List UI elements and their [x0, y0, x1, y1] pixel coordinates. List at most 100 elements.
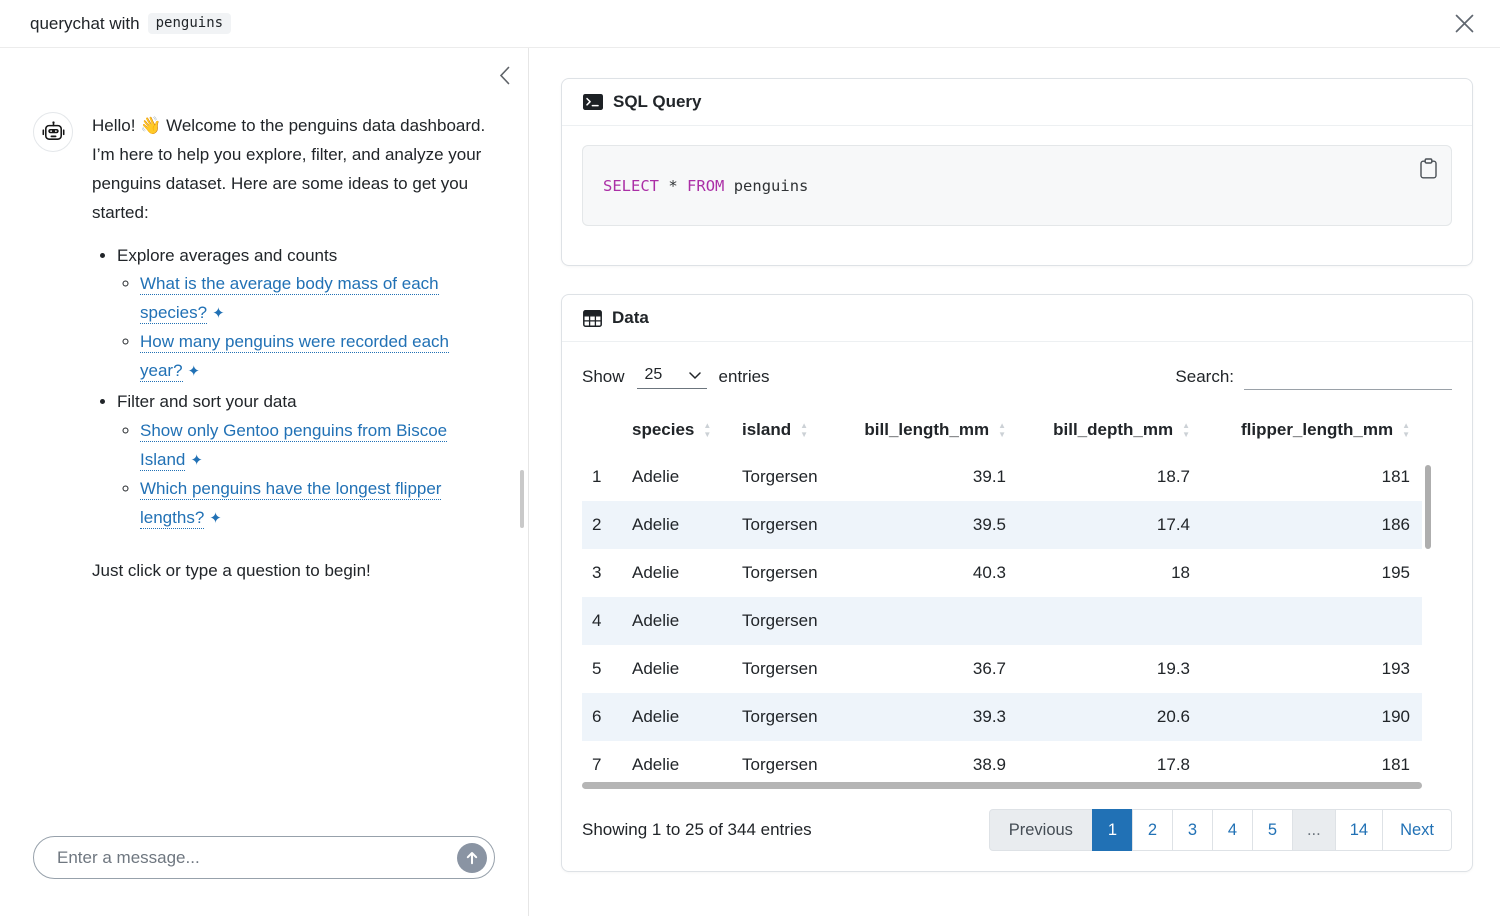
sql-code: SELECT * FROM penguins [603, 177, 808, 195]
page-length-control: Show 25 entries [582, 364, 770, 389]
entries-label: entries [719, 367, 770, 387]
table-row: 1AdelieTorgersen39.118.7181 [582, 453, 1422, 501]
column-header-island[interactable]: island ▲▼ [730, 407, 852, 453]
assistant-message-body: Hello! 👋 Welcome to the penguins data da… [92, 112, 494, 586]
column-label: species [632, 420, 694, 440]
suggested-question-text: Which penguins have the longest flipper … [140, 479, 441, 529]
chevron-left-icon [499, 66, 510, 85]
collapse-sidebar-button[interactable] [497, 64, 512, 87]
sql-keyword-from: FROM [687, 177, 724, 195]
suggestion-group-label: Filter and sort your data [117, 392, 297, 411]
row-number-cell: 5 [582, 645, 620, 693]
column-header-bill_depth_mm[interactable]: bill_depth_mm▲▼ [1018, 407, 1202, 453]
app-title-text: querychat with [30, 14, 140, 34]
table-row: 3AdelieTorgersen40.318195 [582, 549, 1422, 597]
sql-code-block: SELECT * FROM penguins [582, 145, 1452, 226]
suggested-question-link[interactable]: What is the average body mass of each sp… [140, 274, 439, 322]
column-header-bill_length_mm[interactable]: bill_length_mm▲▼ [852, 407, 1018, 453]
close-icon [1455, 14, 1474, 33]
app-title: querychat with penguins [30, 13, 231, 34]
page-button-2[interactable]: 2 [1132, 809, 1173, 851]
suggestion-item: Which penguins have the longest flipper … [140, 475, 494, 533]
row-number-cell: 3 [582, 549, 620, 597]
sql-query-card: SQL Query SELECT * FROM penguins [561, 78, 1473, 266]
suggested-question-link[interactable]: How many penguins were recorded each yea… [140, 332, 449, 380]
row-number-cell: 2 [582, 501, 620, 549]
suggestion-group: Filter and sort your data Show only Gento… [117, 388, 494, 532]
show-label: Show [582, 367, 625, 387]
page-button-1[interactable]: 1 [1092, 809, 1133, 851]
table-cell: 195 [1202, 549, 1422, 597]
sparkle-icon: ✦ [209, 510, 222, 527]
suggestion-item: Show only Gentoo penguins from Biscoe Is… [140, 417, 494, 475]
page-button-...: ... [1292, 809, 1336, 851]
page-length-select[interactable]: 25 [637, 364, 707, 389]
table-cell: 17.4 [1018, 501, 1202, 549]
page-button-4[interactable]: 4 [1212, 809, 1253, 851]
table-cell: 193 [1202, 645, 1422, 693]
chat-message-input[interactable] [55, 847, 457, 869]
page-button-5[interactable]: 5 [1252, 809, 1293, 851]
page-button-next[interactable]: Next [1382, 809, 1452, 851]
sql-star: * [668, 177, 677, 195]
chat-message-area: Hello! 👋 Welcome to the penguins data da… [0, 48, 528, 586]
data-table-container: species▲▼island▲▼bill_length_mm▲▼bill_de… [582, 407, 1452, 791]
suggestion-item: How many penguins were recorded each yea… [140, 328, 494, 386]
data-card-title: Data [612, 308, 649, 328]
terminal-icon [583, 94, 603, 110]
chat-input-bar [33, 836, 495, 879]
sql-card-title: SQL Query [613, 92, 702, 112]
suggested-question-text: How many penguins were recorded each yea… [140, 332, 449, 382]
column-header-flipper_length_mm[interactable]: flipper_length_mm ▲▼ [1202, 407, 1422, 453]
sort-icon[interactable]: ▲▼ [800, 422, 808, 439]
table-cell: Torgersen [730, 645, 852, 693]
table-cell: 18 [1018, 549, 1202, 597]
sort-icon[interactable]: ▲▼ [998, 422, 1006, 439]
table-cell: Torgersen [730, 693, 852, 741]
page-button-3[interactable]: 3 [1172, 809, 1213, 851]
table-cell: 18.7 [1018, 453, 1202, 501]
table-cell: 186 [1202, 501, 1422, 549]
close-button[interactable] [1451, 10, 1478, 37]
sql-card-body: SELECT * FROM penguins [562, 126, 1472, 265]
page-button-14[interactable]: 14 [1335, 809, 1383, 851]
table-row: 5AdelieTorgersen36.719.3193 [582, 645, 1422, 693]
column-label: flipper_length_mm [1241, 420, 1393, 440]
table-cell: 40.3 [852, 549, 1018, 597]
row-number-cell: 4 [582, 597, 620, 645]
suggested-question-link[interactable]: Which penguins have the longest flipper … [140, 479, 441, 527]
assistant-greeting: Hello! 👋 Welcome to the penguins data da… [92, 112, 494, 228]
table-cell: 19.3 [1018, 645, 1202, 693]
clipboard-icon [1420, 158, 1437, 179]
table-cell [1202, 597, 1422, 645]
table-cell: Torgersen [730, 597, 852, 645]
table-search-input[interactable] [1244, 363, 1452, 390]
row-number-header [582, 407, 620, 453]
send-message-button[interactable] [457, 843, 487, 873]
table-horizontal-scrollbar[interactable] [582, 782, 1422, 789]
column-label: island [742, 420, 791, 440]
assistant-message: Hello! 👋 Welcome to the penguins data da… [33, 112, 494, 586]
chat-panel: Hello! 👋 Welcome to the penguins data da… [0, 48, 529, 916]
data-card-body: Show 25 entries Search: [562, 342, 1472, 871]
chat-scrollbar-thumb[interactable] [520, 470, 524, 528]
column-header-species[interactable]: species ▲▼ [620, 407, 730, 453]
sort-icon[interactable]: ▲▼ [703, 422, 711, 439]
table-cell: Torgersen [730, 549, 852, 597]
table-cell: Adelie [620, 645, 730, 693]
row-number-cell: 6 [582, 693, 620, 741]
table-cell: Torgersen [730, 453, 852, 501]
sparkle-icon: ✦ [190, 452, 203, 469]
arrow-up-icon [465, 851, 479, 865]
dashboard-content: SQL Query SELECT * FROM penguins [529, 48, 1500, 916]
page-button-previous: Previous [989, 809, 1093, 851]
robot-icon [41, 120, 66, 145]
suggested-question-link[interactable]: Show only Gentoo penguins from Biscoe Is… [140, 421, 447, 469]
table-cell: 39.3 [852, 693, 1018, 741]
copy-code-button[interactable] [1417, 155, 1440, 182]
table-cell: 39.5 [852, 501, 1018, 549]
row-number-cell: 1 [582, 453, 620, 501]
sort-icon[interactable]: ▲▼ [1402, 422, 1410, 439]
sort-icon[interactable]: ▲▼ [1182, 422, 1190, 439]
table-vertical-scrollbar[interactable] [1425, 465, 1431, 549]
